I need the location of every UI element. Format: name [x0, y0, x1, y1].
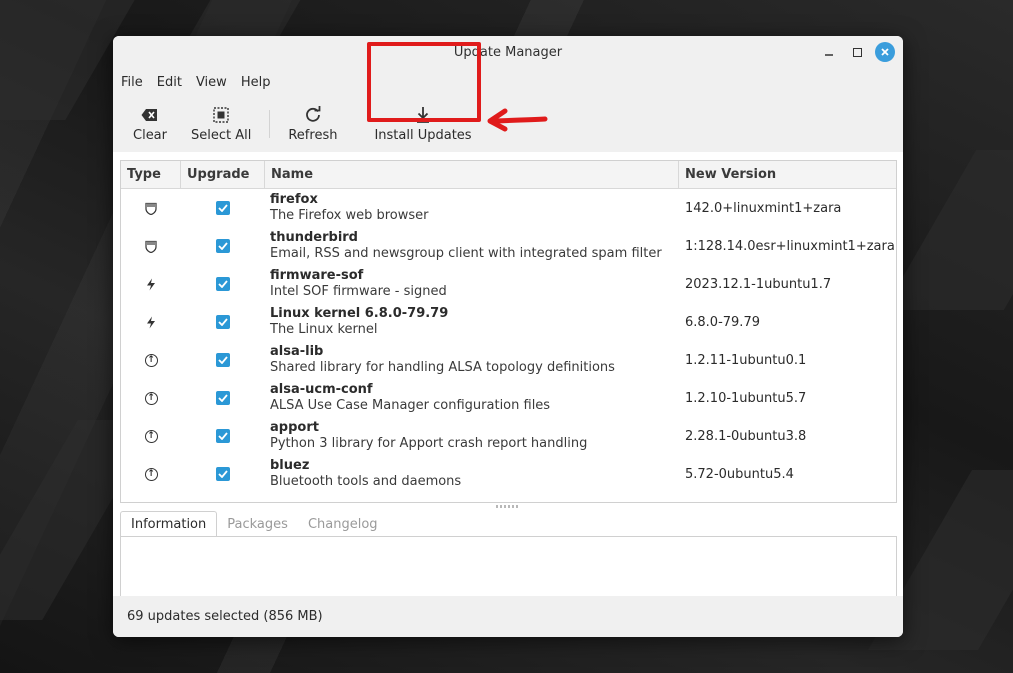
update-manager-window: Update Manager File Edit View Help Clear: [113, 36, 903, 637]
lightning-icon: [144, 277, 158, 291]
table-row[interactable]: firefox The Firefox web browser 142.0+lin…: [121, 189, 896, 227]
arrow-up-circle-icon: ↑: [144, 467, 158, 481]
table-header: Type Upgrade Name New Version: [121, 161, 896, 189]
package-name: firefox: [270, 192, 318, 207]
package-version: 6.8.0-79.79: [685, 314, 760, 330]
upgrade-checkbox[interactable]: [216, 353, 230, 367]
select-all-button[interactable]: Select All: [179, 97, 263, 151]
status-bar: 69 updates selected (856 MB): [113, 596, 903, 637]
table-row[interactable]: thunderbird Email, RSS and newsgroup clie…: [121, 227, 896, 265]
close-icon: [881, 48, 889, 56]
details-tabs: Information Packages Changelog: [120, 511, 897, 537]
table-row[interactable]: ↑ alsa-ucm-conf ALSA Use Case Manager con…: [121, 379, 896, 417]
menu-view[interactable]: View: [196, 75, 227, 90]
pane-resize-handle[interactable]: [496, 505, 520, 508]
package-description: Bluetooth tools and daemons: [270, 474, 462, 489]
upgrade-checkbox[interactable]: [216, 239, 230, 253]
background-block: [883, 150, 1013, 310]
clear-icon: [141, 105, 159, 125]
shield-icon: [144, 239, 158, 253]
package-name: thunderbird: [270, 230, 358, 245]
tab-information[interactable]: Information: [120, 511, 218, 537]
upgrade-checkbox[interactable]: [216, 391, 230, 405]
toolbar-separator: [269, 110, 271, 138]
package-description: Email, RSS and newsgroup client with int…: [270, 246, 662, 261]
package-description: Shared library for handling ALSA topolog…: [270, 360, 615, 375]
table-row[interactable]: ↑ bluez Bluetooth tools and daemons 5.72-…: [121, 455, 896, 493]
package-description: ALSA Use Case Manager configuration file…: [270, 398, 551, 413]
package-name: Linux kernel 6.8.0-79.79: [270, 306, 449, 321]
refresh-button[interactable]: Refresh: [276, 97, 349, 151]
refresh-icon: [304, 105, 322, 125]
package-name: alsa-ucm-conf: [270, 382, 373, 397]
close-button[interactable]: [875, 42, 895, 62]
minimize-icon: [825, 54, 833, 56]
arrow-up-circle-icon: ↑: [144, 353, 158, 367]
table-row[interactable]: firmware-sof Intel SOF firmware - signed …: [121, 265, 896, 303]
package-name: firmware-sof: [270, 268, 364, 283]
package-name: alsa-lib: [270, 344, 324, 359]
package-version: 1:128.14.0esr+linuxmint1+zara: [685, 238, 895, 254]
updates-table: Type Upgrade Name New Version firefox The…: [120, 160, 897, 503]
minimize-button[interactable]: [819, 42, 839, 62]
package-version: 1.2.10-1ubuntu5.7: [685, 390, 807, 406]
upgrade-checkbox[interactable]: [216, 429, 230, 443]
upgrade-checkbox[interactable]: [216, 315, 230, 329]
package-description: Intel SOF firmware - signed: [270, 284, 447, 299]
pointer-arrow-icon: [487, 108, 548, 132]
background-block: [189, 0, 301, 36]
menu-file[interactable]: File: [121, 75, 143, 90]
package-description: The Linux kernel: [270, 322, 378, 337]
information-panel: [120, 536, 897, 596]
lightning-icon: [144, 315, 158, 329]
table-row[interactable]: Linux kernel 6.8.0-79.79 The Linux kernel…: [121, 303, 896, 341]
shield-icon: [144, 201, 158, 215]
header-new-version[interactable]: New Version: [679, 161, 896, 188]
install-updates-label: Install Updates: [374, 128, 472, 143]
header-name[interactable]: Name: [265, 161, 679, 188]
clear-label: Clear: [133, 128, 167, 143]
arrow-up-circle-icon: ↑: [144, 429, 158, 443]
select-all-icon: [213, 105, 229, 125]
table-row[interactable]: ↑ apport Python 3 library for Apport cras…: [121, 417, 896, 455]
package-description: Python 3 library for Apport crash report…: [270, 436, 588, 451]
package-version: 5.72-0ubuntu5.4: [685, 466, 794, 482]
refresh-label: Refresh: [288, 128, 338, 143]
menu-bar: File Edit View Help: [113, 68, 903, 96]
window-controls: [819, 42, 895, 62]
package-version: 1.2.11-1ubuntu0.1: [685, 352, 807, 368]
upgrade-checkbox[interactable]: [216, 277, 230, 291]
package-version: 2023.12.1-1ubuntu1.7: [685, 276, 832, 292]
menu-edit[interactable]: Edit: [157, 75, 182, 90]
maximize-icon: [852, 47, 862, 57]
package-name: apport: [270, 420, 319, 435]
table-row[interactable]: ↑ alsa-lib Shared library for handling AL…: [121, 341, 896, 379]
maximize-button[interactable]: [847, 42, 867, 62]
package-name: bluez: [270, 458, 310, 473]
tab-packages[interactable]: Packages: [217, 511, 298, 537]
package-version: 2.28.1-0ubuntu3.8: [685, 428, 807, 444]
package-version: 142.0+linuxmint1+zara: [685, 200, 842, 216]
upgrade-checkbox[interactable]: [216, 467, 230, 481]
install-highlight-box: [367, 42, 481, 122]
package-description: The Firefox web browser: [270, 208, 429, 223]
select-all-label: Select All: [191, 128, 252, 143]
title-bar[interactable]: Update Manager: [113, 36, 903, 68]
tab-changelog[interactable]: Changelog: [298, 511, 388, 537]
header-type[interactable]: Type: [121, 161, 181, 188]
arrow-up-circle-icon: ↑: [144, 391, 158, 405]
header-upgrade[interactable]: Upgrade: [181, 161, 265, 188]
clear-button[interactable]: Clear: [121, 97, 179, 151]
menu-help[interactable]: Help: [241, 75, 271, 90]
upgrade-checkbox[interactable]: [216, 201, 230, 215]
